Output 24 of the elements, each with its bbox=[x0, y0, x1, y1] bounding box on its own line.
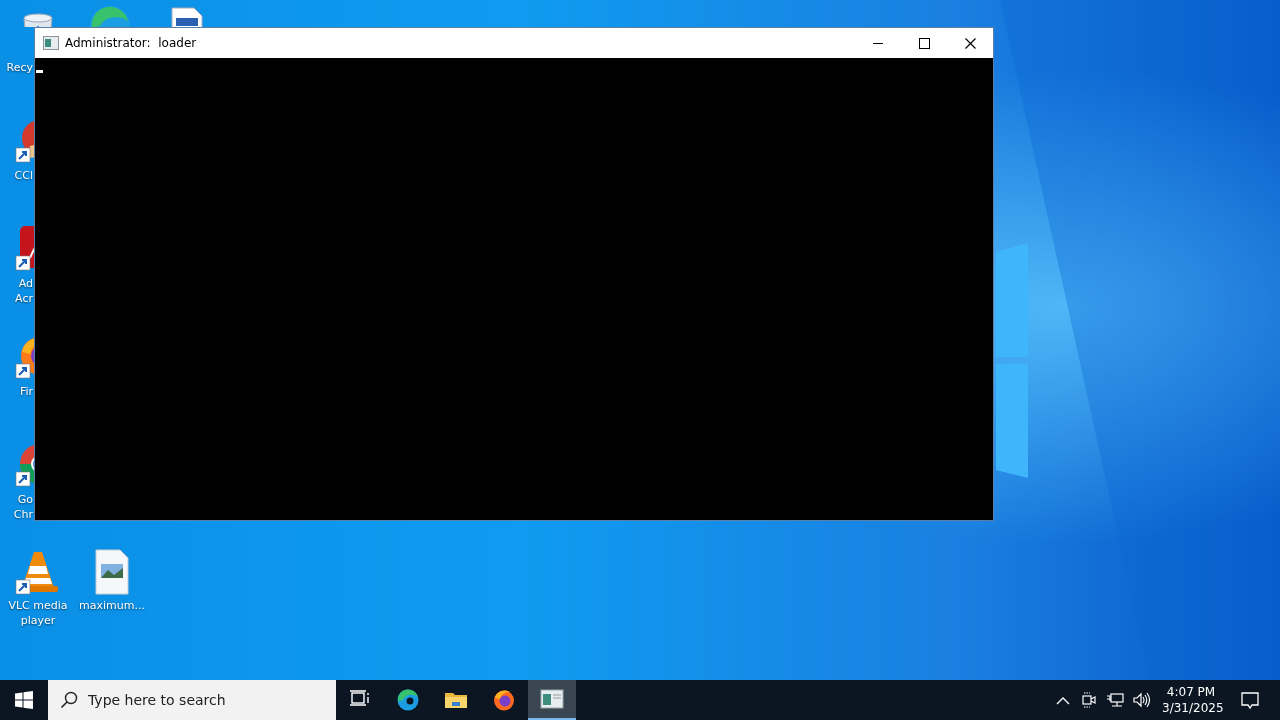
icon-label[interactable]: VLC media player bbox=[8, 598, 68, 628]
window-title: Administrator: loader bbox=[65, 35, 197, 52]
volume-icon bbox=[1132, 691, 1150, 709]
edge-icon bbox=[396, 688, 420, 712]
icon-label[interactable]: Go Chr bbox=[13, 492, 33, 522]
icon-label[interactable]: Recy bbox=[6, 60, 33, 75]
taskbar-button[interactable] bbox=[528, 680, 576, 720]
icon-label[interactable]: Ad Acr bbox=[15, 276, 33, 306]
maximize-icon bbox=[918, 37, 930, 49]
firefox-icon bbox=[492, 688, 516, 712]
icon-label[interactable]: maximum... bbox=[79, 598, 145, 613]
camera-icon bbox=[1080, 691, 1098, 709]
network-icon bbox=[1106, 691, 1124, 709]
notification-icon bbox=[1240, 690, 1260, 710]
search-field[interactable]: Type here to search bbox=[86, 680, 336, 720]
windows-logo-icon bbox=[15, 691, 33, 709]
search-icon bbox=[48, 680, 86, 720]
icon-label[interactable]: Fir bbox=[19, 384, 33, 399]
clock-time: 4:07 PM bbox=[1165, 684, 1217, 700]
minimize-icon bbox=[873, 42, 883, 44]
icon-label[interactable]: CCl bbox=[14, 168, 33, 183]
console-icon bbox=[43, 36, 59, 50]
close-icon bbox=[964, 37, 976, 49]
console-icon bbox=[540, 687, 564, 711]
